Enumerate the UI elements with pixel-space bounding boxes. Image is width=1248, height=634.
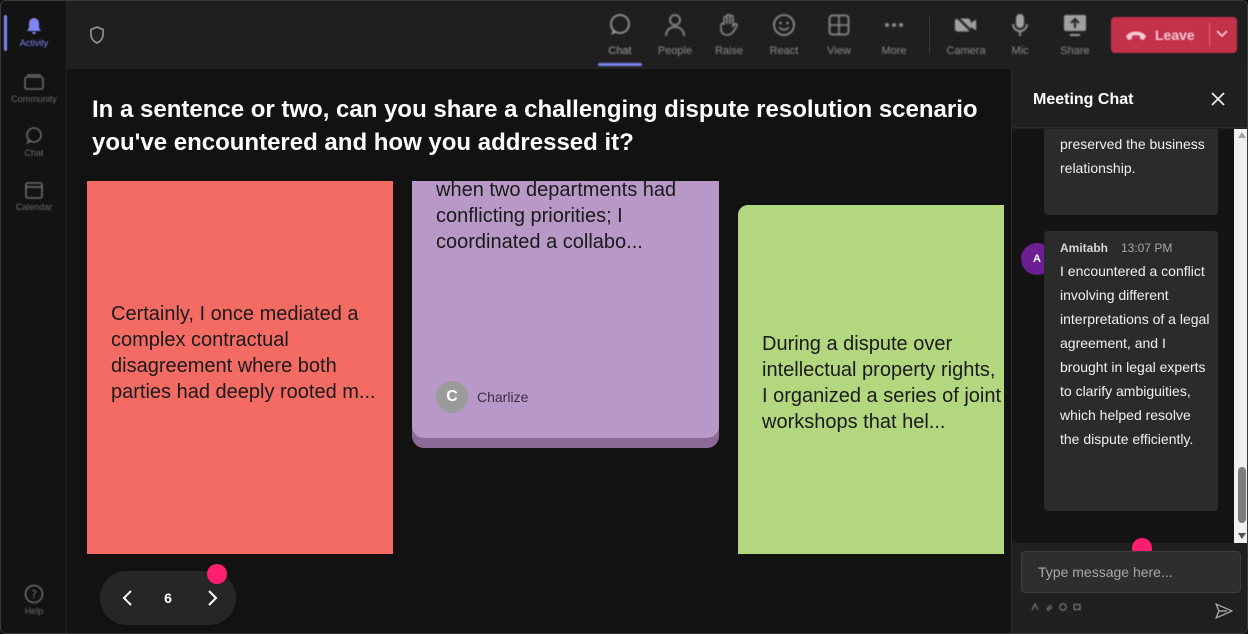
camera-label: Camera bbox=[946, 45, 986, 57]
people-button[interactable]: People bbox=[647, 9, 703, 63]
rail-item-activity[interactable]: Activity bbox=[1, 7, 67, 57]
leave-divider bbox=[1209, 23, 1210, 47]
people-label: People bbox=[657, 45, 693, 57]
rail-item-calendar[interactable]: Calendar bbox=[1, 171, 67, 221]
card-author: C Charlize bbox=[436, 381, 528, 413]
view-button[interactable]: View bbox=[811, 9, 867, 63]
share-screen-icon bbox=[1063, 13, 1087, 37]
chevron-right-icon[interactable] bbox=[202, 588, 222, 608]
chat-message-list[interactable]: preserved the business relationship. A A… bbox=[1012, 129, 1234, 543]
svg-text:?: ? bbox=[31, 588, 37, 601]
response-card[interactable]: During a dispute over intellectual prope… bbox=[738, 205, 1004, 554]
brainstorm-stage: In a sentence or two, can you share a ch… bbox=[67, 69, 1011, 633]
message-text: I encountered a conflict involving diffe… bbox=[1060, 263, 1210, 447]
chat-message: preserved the business relationship. bbox=[1044, 129, 1218, 215]
avatar: C bbox=[436, 381, 468, 413]
meeting-toolbar: Chat People Raise React View More Camera… bbox=[67, 1, 1247, 69]
rail-item-chat[interactable]: Chat bbox=[1, 117, 67, 167]
chat-icon bbox=[608, 13, 632, 37]
app-rail: Activity Community Chat Calendar ? Help bbox=[1, 1, 67, 633]
format-toolbar bbox=[1031, 602, 1081, 613]
raise-label: Raise bbox=[714, 45, 744, 57]
chevron-down-icon[interactable] bbox=[1215, 27, 1229, 44]
message-text: preserved the business relationship. bbox=[1060, 136, 1205, 176]
toolbar-divider bbox=[929, 17, 930, 53]
help-icon: ? bbox=[24, 584, 44, 603]
react-label: React bbox=[769, 45, 799, 57]
calendar-icon bbox=[24, 181, 44, 199]
camera-button[interactable]: Camera bbox=[938, 9, 994, 63]
community-icon bbox=[24, 73, 44, 91]
more-label: More bbox=[881, 45, 907, 57]
question-title: In a sentence or two, can you share a ch… bbox=[92, 96, 978, 156]
bell-icon bbox=[24, 17, 44, 35]
close-icon[interactable] bbox=[1210, 91, 1226, 107]
message-timestamp: 13:07 PM bbox=[1121, 241, 1173, 255]
chat-title: Meeting Chat bbox=[1033, 91, 1134, 108]
rail-item-community[interactable]: Community bbox=[1, 63, 67, 113]
gif-icon[interactable] bbox=[1073, 603, 1081, 613]
rail-item-label: Community bbox=[11, 93, 57, 104]
camera-off-icon bbox=[954, 13, 978, 37]
mic-button[interactable]: Mic bbox=[992, 9, 1048, 63]
card-text: Certainly, I once mediated a complex con… bbox=[111, 303, 376, 403]
share-button[interactable]: Share bbox=[1047, 9, 1103, 63]
divider bbox=[1012, 127, 1247, 128]
mic-label: Mic bbox=[1011, 45, 1029, 57]
hang-up-icon bbox=[1125, 28, 1147, 42]
format-text-icon[interactable] bbox=[1031, 602, 1039, 613]
smiley-icon bbox=[772, 13, 796, 37]
chat-icon bbox=[24, 126, 44, 145]
people-icon bbox=[663, 13, 687, 37]
attach-icon[interactable] bbox=[1045, 603, 1053, 613]
card-text-content: During a dispute over intellectual prope… bbox=[762, 333, 1002, 433]
more-button[interactable]: More bbox=[866, 9, 922, 63]
meeting-window: Activity Community Chat Calendar ? Help bbox=[0, 0, 1248, 634]
microphone-icon bbox=[1008, 13, 1032, 37]
rail-item-label: Activity bbox=[19, 37, 49, 48]
response-card[interactable]: when two departments had conflicting pri… bbox=[412, 179, 719, 438]
chat-scrollbar[interactable] bbox=[1234, 129, 1247, 543]
rail-item-label: Help bbox=[24, 605, 44, 616]
send-icon[interactable] bbox=[1214, 601, 1234, 621]
chat-message: Amitabh 13:07 PM I encountered a conflic… bbox=[1044, 231, 1218, 511]
pointer-marker bbox=[207, 564, 227, 584]
meeting-chat-panel: Meeting Chat preserved the business rela… bbox=[1011, 69, 1247, 633]
share-label: Share bbox=[1060, 45, 1090, 57]
rail-item-help[interactable]: ? Help bbox=[1, 575, 67, 625]
leave-label: Leave bbox=[1155, 27, 1195, 43]
chevron-left-icon[interactable] bbox=[118, 588, 138, 608]
grid-icon bbox=[827, 13, 851, 37]
emoji-icon[interactable] bbox=[1059, 603, 1067, 613]
scroll-up-arrow[interactable] bbox=[1238, 132, 1246, 138]
more-dots-icon bbox=[882, 13, 906, 37]
card-text: when two departments had conflicting pri… bbox=[436, 179, 677, 253]
response-card[interactable]: Certainly, I once mediated a complex con… bbox=[87, 181, 393, 554]
scroll-thumb[interactable] bbox=[1238, 467, 1246, 523]
raise-hand-button[interactable]: Raise bbox=[701, 9, 757, 63]
leave-button[interactable]: Leave bbox=[1111, 17, 1237, 53]
chat-message-input[interactable] bbox=[1021, 551, 1241, 593]
author-name: Charlize bbox=[477, 389, 529, 405]
scroll-down-arrow[interactable] bbox=[1238, 533, 1246, 539]
shield-icon[interactable] bbox=[87, 25, 107, 45]
chat-button[interactable]: Chat bbox=[592, 9, 648, 66]
view-label: View bbox=[827, 45, 851, 57]
message-author: Amitabh bbox=[1060, 241, 1108, 255]
chat-label: Chat bbox=[608, 45, 632, 57]
react-button[interactable]: React bbox=[756, 9, 812, 63]
page-number: 6 bbox=[164, 590, 172, 606]
card-text: During a dispute over intellectual prope… bbox=[762, 331, 1004, 435]
rail-item-label: Calendar bbox=[15, 201, 53, 212]
rail-item-label: Chat bbox=[24, 147, 44, 158]
hand-icon bbox=[717, 13, 741, 37]
